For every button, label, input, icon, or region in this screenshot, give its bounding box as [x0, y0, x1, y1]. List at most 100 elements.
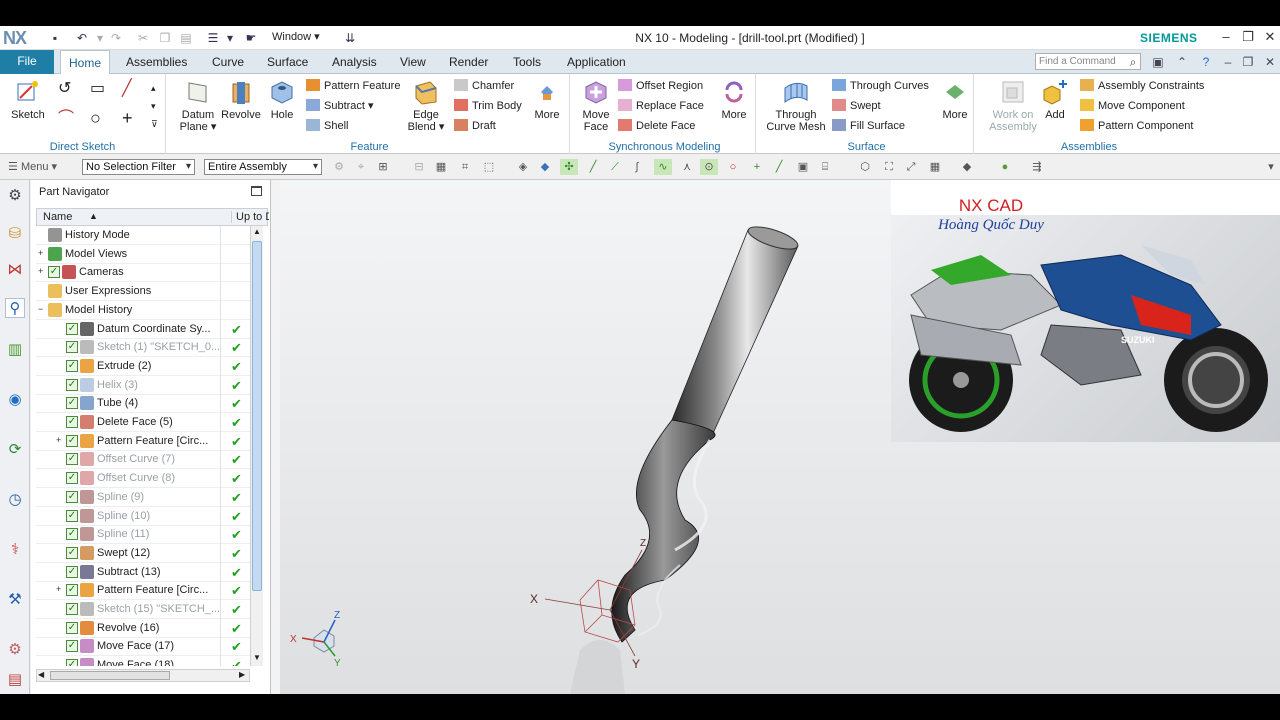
work-on-assembly-button[interactable]: Work on Assembly — [982, 78, 1044, 133]
expand-toggle-icon[interactable]: + — [38, 266, 43, 276]
tree-row[interactable]: ✓ Sketch (1) "SKETCH_0... ✔ — [36, 338, 256, 358]
selection-scope-dropdown[interactable]: Entire Assembly — [204, 159, 322, 175]
revolve-button[interactable]: Revolve — [220, 78, 262, 121]
snap-point-icon[interactable]: ✣ — [560, 159, 578, 175]
scroll-left-icon[interactable]: ◀ — [38, 670, 44, 679]
scroll-down-icon[interactable]: ▼ — [253, 653, 261, 662]
tab-view[interactable]: View — [392, 50, 434, 74]
column-up-to-date-header[interactable]: Up to Date — [231, 211, 269, 223]
select-solid-icon[interactable]: ◆ — [536, 159, 554, 175]
scroll-thumb[interactable] — [252, 241, 262, 591]
through-curve-mesh-button[interactable]: Through Curve Mesh — [764, 78, 828, 133]
curve-snap-icon[interactable]: ∫ — [628, 159, 646, 175]
manufacturing-wizard-icon[interactable]: ⚒ — [5, 590, 25, 610]
tree-row[interactable]: ✓ Sketch (15) "SKETCH_... ✔ — [36, 600, 256, 619]
scroll-up-icon[interactable]: ▲ — [253, 227, 261, 236]
tree-row[interactable]: User Expressions — [36, 282, 256, 302]
expand-toggle-icon[interactable]: + — [56, 584, 61, 594]
visibility-checkbox[interactable]: ✓ — [66, 509, 78, 522]
close-icon[interactable]: ✕ — [1262, 29, 1278, 45]
restore-icon[interactable]: ❐ — [1240, 29, 1256, 45]
visibility-checkbox[interactable]: ✓ — [66, 434, 78, 447]
chamfer-button[interactable]: Chamfer — [454, 78, 514, 95]
visibility-checkbox[interactable]: ✓ — [66, 603, 78, 615]
doc-restore-icon[interactable]: ❐ — [1240, 54, 1256, 70]
expand-toggle-icon[interactable]: + — [38, 248, 43, 258]
point-on-curve-icon[interactable]: ╱ — [770, 159, 788, 175]
visibility-checkbox[interactable]: ✓ — [66, 322, 78, 335]
fit-icon[interactable]: ⛶ — [880, 159, 898, 175]
expand-toggle-icon[interactable]: − — [38, 304, 43, 314]
arc-center-icon[interactable]: ⊙ — [700, 159, 718, 175]
tab-curve[interactable]: Curve — [204, 50, 252, 74]
add-component-button[interactable]: Add — [1040, 78, 1070, 121]
arc-icon[interactable]: ⌒ — [58, 110, 74, 127]
replace-face-button[interactable]: Replace Face — [618, 98, 704, 115]
tree-row[interactable]: ✓ Move Face (17) ✔ — [36, 637, 256, 657]
offset-region-button[interactable]: Offset Region — [618, 78, 703, 95]
tree-row[interactable]: ✓ Spline (10) ✔ — [36, 507, 256, 526]
tab-assemblies[interactable]: Assemblies — [118, 50, 195, 74]
system-materials-icon[interactable]: ▤ — [5, 670, 25, 690]
view-orient-icon[interactable]: ⬡ — [856, 159, 874, 175]
tab-tools[interactable]: Tools — [505, 50, 549, 74]
pattern-component-button[interactable]: Pattern Component — [1080, 118, 1193, 135]
doc-close-icon[interactable]: ✕ — [1262, 54, 1278, 70]
visibility-checkbox[interactable]: ✓ — [66, 528, 78, 541]
point-on-face-icon[interactable]: ▣ — [794, 159, 812, 175]
rectangle-select-icon[interactable]: ⬚ — [480, 159, 498, 175]
visibility-checkbox[interactable]: ✓ — [66, 621, 78, 634]
minimize-icon[interactable]: – — [1218, 29, 1234, 45]
part-navigator-icon[interactable]: ⚲ — [5, 298, 25, 318]
tree-row[interactable]: ✓ Spline (11) ✔ — [36, 525, 256, 545]
select-all-icon[interactable]: ⊞ — [374, 159, 392, 175]
reuse-library-icon[interactable]: ▥ — [5, 340, 25, 360]
tree-row[interactable]: ✓ Helix (3) ✔ — [36, 376, 256, 395]
assembly-constraints-button[interactable]: Assembly Constraints — [1080, 78, 1204, 95]
tree-row[interactable]: ✓ Subtract (13) ✔ — [36, 563, 256, 582]
general-selection-icon[interactable]: ⚙ — [330, 159, 348, 175]
scroll-right-icon[interactable]: ▶ — [239, 670, 245, 679]
tree-row[interactable]: − Model History — [36, 301, 256, 320]
select-feature-icon[interactable]: ⌖ — [352, 159, 370, 175]
visibility-checkbox[interactable]: ✓ — [66, 472, 78, 485]
selection-filter-dropdown[interactable]: No Selection Filter — [82, 159, 195, 175]
column-name-header[interactable]: Name — [43, 211, 72, 223]
layer-icon[interactable]: ⇶ — [1028, 159, 1046, 175]
tab-file[interactable]: File — [0, 50, 54, 74]
collapse-ribbon-icon[interactable]: ⌃ — [1174, 54, 1190, 70]
visibility-checkbox[interactable]: ✓ — [66, 546, 78, 559]
tree-row[interactable]: ✓ Tube (4) ✔ — [36, 394, 256, 414]
move-face-button[interactable]: Move Face — [578, 78, 614, 133]
datum-plane-button[interactable]: Datum Plane ▾ — [178, 78, 218, 133]
move-component-button[interactable]: Move Component — [1080, 98, 1185, 115]
deselect-icon[interactable]: ⊟ — [410, 159, 428, 175]
vertical-scrollbar[interactable]: ▲ ▼ — [250, 226, 263, 666]
tree-row[interactable]: ✓ Extrude (2) ✔ — [36, 357, 256, 376]
zoom-icon[interactable]: ⤢ — [902, 159, 920, 175]
clock-icon[interactable]: ◷ — [5, 490, 25, 510]
web-browser-icon[interactable]: ◉ — [5, 390, 25, 410]
sync-more-button[interactable]: More — [718, 78, 750, 121]
visibility-checkbox[interactable]: ✓ — [66, 565, 78, 578]
tab-surface[interactable]: Surface — [259, 50, 316, 74]
sketch-button[interactable]: Sketch — [8, 78, 48, 121]
visibility-checkbox[interactable]: ✓ — [66, 397, 78, 410]
expand-toggle-icon[interactable]: + — [56, 435, 61, 445]
gallery-expand-icon[interactable]: ⊽ — [151, 116, 158, 133]
multi-select-icon[interactable]: ⌗ — [456, 159, 474, 175]
tree-row[interactable]: ✓ Offset Curve (8) ✔ — [36, 469, 256, 489]
history-icon[interactable]: ⟳ — [5, 440, 25, 460]
shell-button[interactable]: Shell — [306, 118, 348, 135]
circle-icon[interactable]: ○ — [90, 109, 101, 127]
horizontal-scroll-thumb[interactable] — [50, 671, 170, 680]
tree-row[interactable]: + Model Views — [36, 245, 256, 264]
lighting-icon[interactable]: ● — [996, 159, 1014, 175]
visibility-checkbox[interactable]: ✓ — [66, 378, 78, 391]
tab-render[interactable]: Render — [441, 50, 496, 74]
graphics-viewport[interactable]: X Y Z X Y Z SUZUKI NX CAD Hoàng Quốc Duy — [280, 180, 1280, 694]
assembly-navigator-icon[interactable]: ⛁ — [5, 224, 25, 244]
intersection-icon[interactable]: ∿ — [654, 159, 672, 175]
toolbar-options-icon[interactable]: ▾ — [1262, 159, 1280, 175]
visibility-checkbox[interactable]: ✓ — [66, 584, 78, 597]
